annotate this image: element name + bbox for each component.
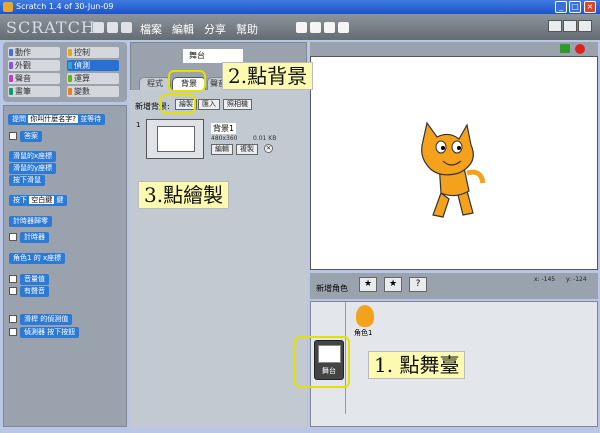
scratch-app-icon xyxy=(3,2,13,12)
category-operators[interactable]: 運算 xyxy=(67,73,119,84)
copy-button[interactable]: 複製 xyxy=(236,144,258,155)
stamp-icon[interactable] xyxy=(324,22,335,33)
key-pressed-block[interactable]: 按下 空白鍵 鍵 xyxy=(9,195,68,206)
delete-icon[interactable]: × xyxy=(264,144,273,153)
answer-block[interactable]: 答案 xyxy=(20,131,42,142)
loudness-checkbox[interactable] xyxy=(9,275,17,283)
presentation-view-button[interactable] xyxy=(578,20,592,32)
timer-checkbox[interactable] xyxy=(9,233,17,241)
mouse-y-block[interactable]: 滑鼠的y座標 xyxy=(9,163,57,174)
object-name-field[interactable]: 舞台 xyxy=(183,49,243,63)
import-button[interactable]: 匯入 xyxy=(198,99,220,110)
scratch-logo: SCRATCH xyxy=(6,18,96,37)
callout-step-3: 3.點繪製 xyxy=(138,181,230,209)
attribute-of-block[interactable]: 角色1 的 x座標 xyxy=(9,253,66,264)
mouse-x-block[interactable]: 滑鼠的x座標 xyxy=(9,151,57,162)
loud-checkbox[interactable] xyxy=(9,287,17,295)
cut-icon[interactable] xyxy=(338,22,349,33)
choose-sprite-button[interactable]: ★ xyxy=(384,277,402,292)
highlight-paint-button xyxy=(160,94,196,114)
maximize-button[interactable]: □ xyxy=(569,1,581,13)
mouse-y-readout: y: -124 xyxy=(566,276,587,283)
category-variables[interactable]: 變數 xyxy=(67,86,119,97)
paint-new-sprite-button[interactable]: ★ xyxy=(359,277,377,292)
edit-button[interactable]: 編輯 xyxy=(211,144,233,155)
green-flag-icon[interactable] xyxy=(560,44,570,53)
timer-block[interactable]: 計時器 xyxy=(20,232,49,243)
category-sensing[interactable]: 偵測 xyxy=(67,60,119,71)
close-button[interactable]: × xyxy=(584,1,596,13)
stage-canvas[interactable] xyxy=(310,56,598,270)
background-thumbnail[interactable] xyxy=(146,119,204,159)
category-pen[interactable]: 畫筆 xyxy=(8,86,60,97)
stop-icon[interactable] xyxy=(575,44,585,54)
ask-block[interactable]: 提問 你叫什麼名字? 並等待 xyxy=(8,114,106,125)
answer-checkbox[interactable] xyxy=(9,132,17,140)
save-icon[interactable] xyxy=(107,22,118,33)
highlight-background-tab xyxy=(168,70,206,92)
menu-file[interactable]: 檔案 xyxy=(140,21,162,37)
window-title: Scratch 1.4 of 30-Jun-09 xyxy=(16,2,114,11)
background-kb: 0.01 KB xyxy=(253,135,277,142)
sensor-pressed-checkbox[interactable] xyxy=(9,328,17,336)
loudness-block[interactable]: 音量值 xyxy=(20,274,49,285)
globe-icon[interactable] xyxy=(93,22,104,33)
category-sound[interactable]: 聲音 xyxy=(8,73,60,84)
category-looks[interactable]: 外觀 xyxy=(8,60,60,71)
sensor-value-block[interactable]: 滑桿 的偵測值 xyxy=(20,314,73,325)
category-control[interactable]: 控制 xyxy=(67,47,119,58)
ask-input[interactable]: 你叫什麼名字? xyxy=(28,115,78,123)
grow-icon[interactable] xyxy=(296,22,307,33)
random-sprite-button[interactable]: ? xyxy=(409,277,427,292)
stage-header xyxy=(310,42,598,56)
sprite-name-label: 角色1 xyxy=(354,329,373,337)
normal-view-button[interactable] xyxy=(563,20,577,32)
sensor-value-checkbox[interactable] xyxy=(9,315,17,323)
mouse-x-readout: x: -145 xyxy=(534,276,556,283)
background-size: 480x360 xyxy=(211,135,238,142)
callout-step-2: 2.點背景 xyxy=(222,62,314,90)
sprite-thumbnail-icon[interactable] xyxy=(356,305,374,327)
minimize-button[interactable]: _ xyxy=(555,1,567,13)
background-name[interactable]: 背景1 xyxy=(211,123,237,134)
loud-block[interactable]: 有聲音 xyxy=(20,286,49,297)
share-icon[interactable] xyxy=(121,22,132,33)
camera-button[interactable]: 照相機 xyxy=(223,99,252,110)
shrink-icon[interactable] xyxy=(310,22,321,33)
menu-help[interactable]: 幫助 xyxy=(236,21,258,37)
menu-edit[interactable]: 編輯 xyxy=(172,21,194,37)
callout-step-1: 1. 點舞臺 xyxy=(368,351,466,379)
reset-timer-block[interactable]: 計時器歸零 xyxy=(9,216,52,227)
highlight-stage-thumbnail xyxy=(294,336,350,388)
costume-index: 1 xyxy=(136,121,141,129)
new-sprite-label: 新增角色 xyxy=(316,284,348,293)
menu-share[interactable]: 分享 xyxy=(204,21,226,37)
small-stage-view-button[interactable] xyxy=(548,20,562,32)
sensor-pressed-block[interactable]: 偵測器 按下按鈕 xyxy=(20,327,80,338)
title-bar: Scratch 1.4 of 30-Jun-09 xyxy=(0,0,600,14)
cat-sprite[interactable] xyxy=(311,57,599,271)
category-motion[interactable]: 動作 xyxy=(8,47,60,58)
tab-scripts[interactable]: 程式 xyxy=(139,77,171,90)
mouse-down-block[interactable]: 按下滑鼠 xyxy=(9,175,45,186)
